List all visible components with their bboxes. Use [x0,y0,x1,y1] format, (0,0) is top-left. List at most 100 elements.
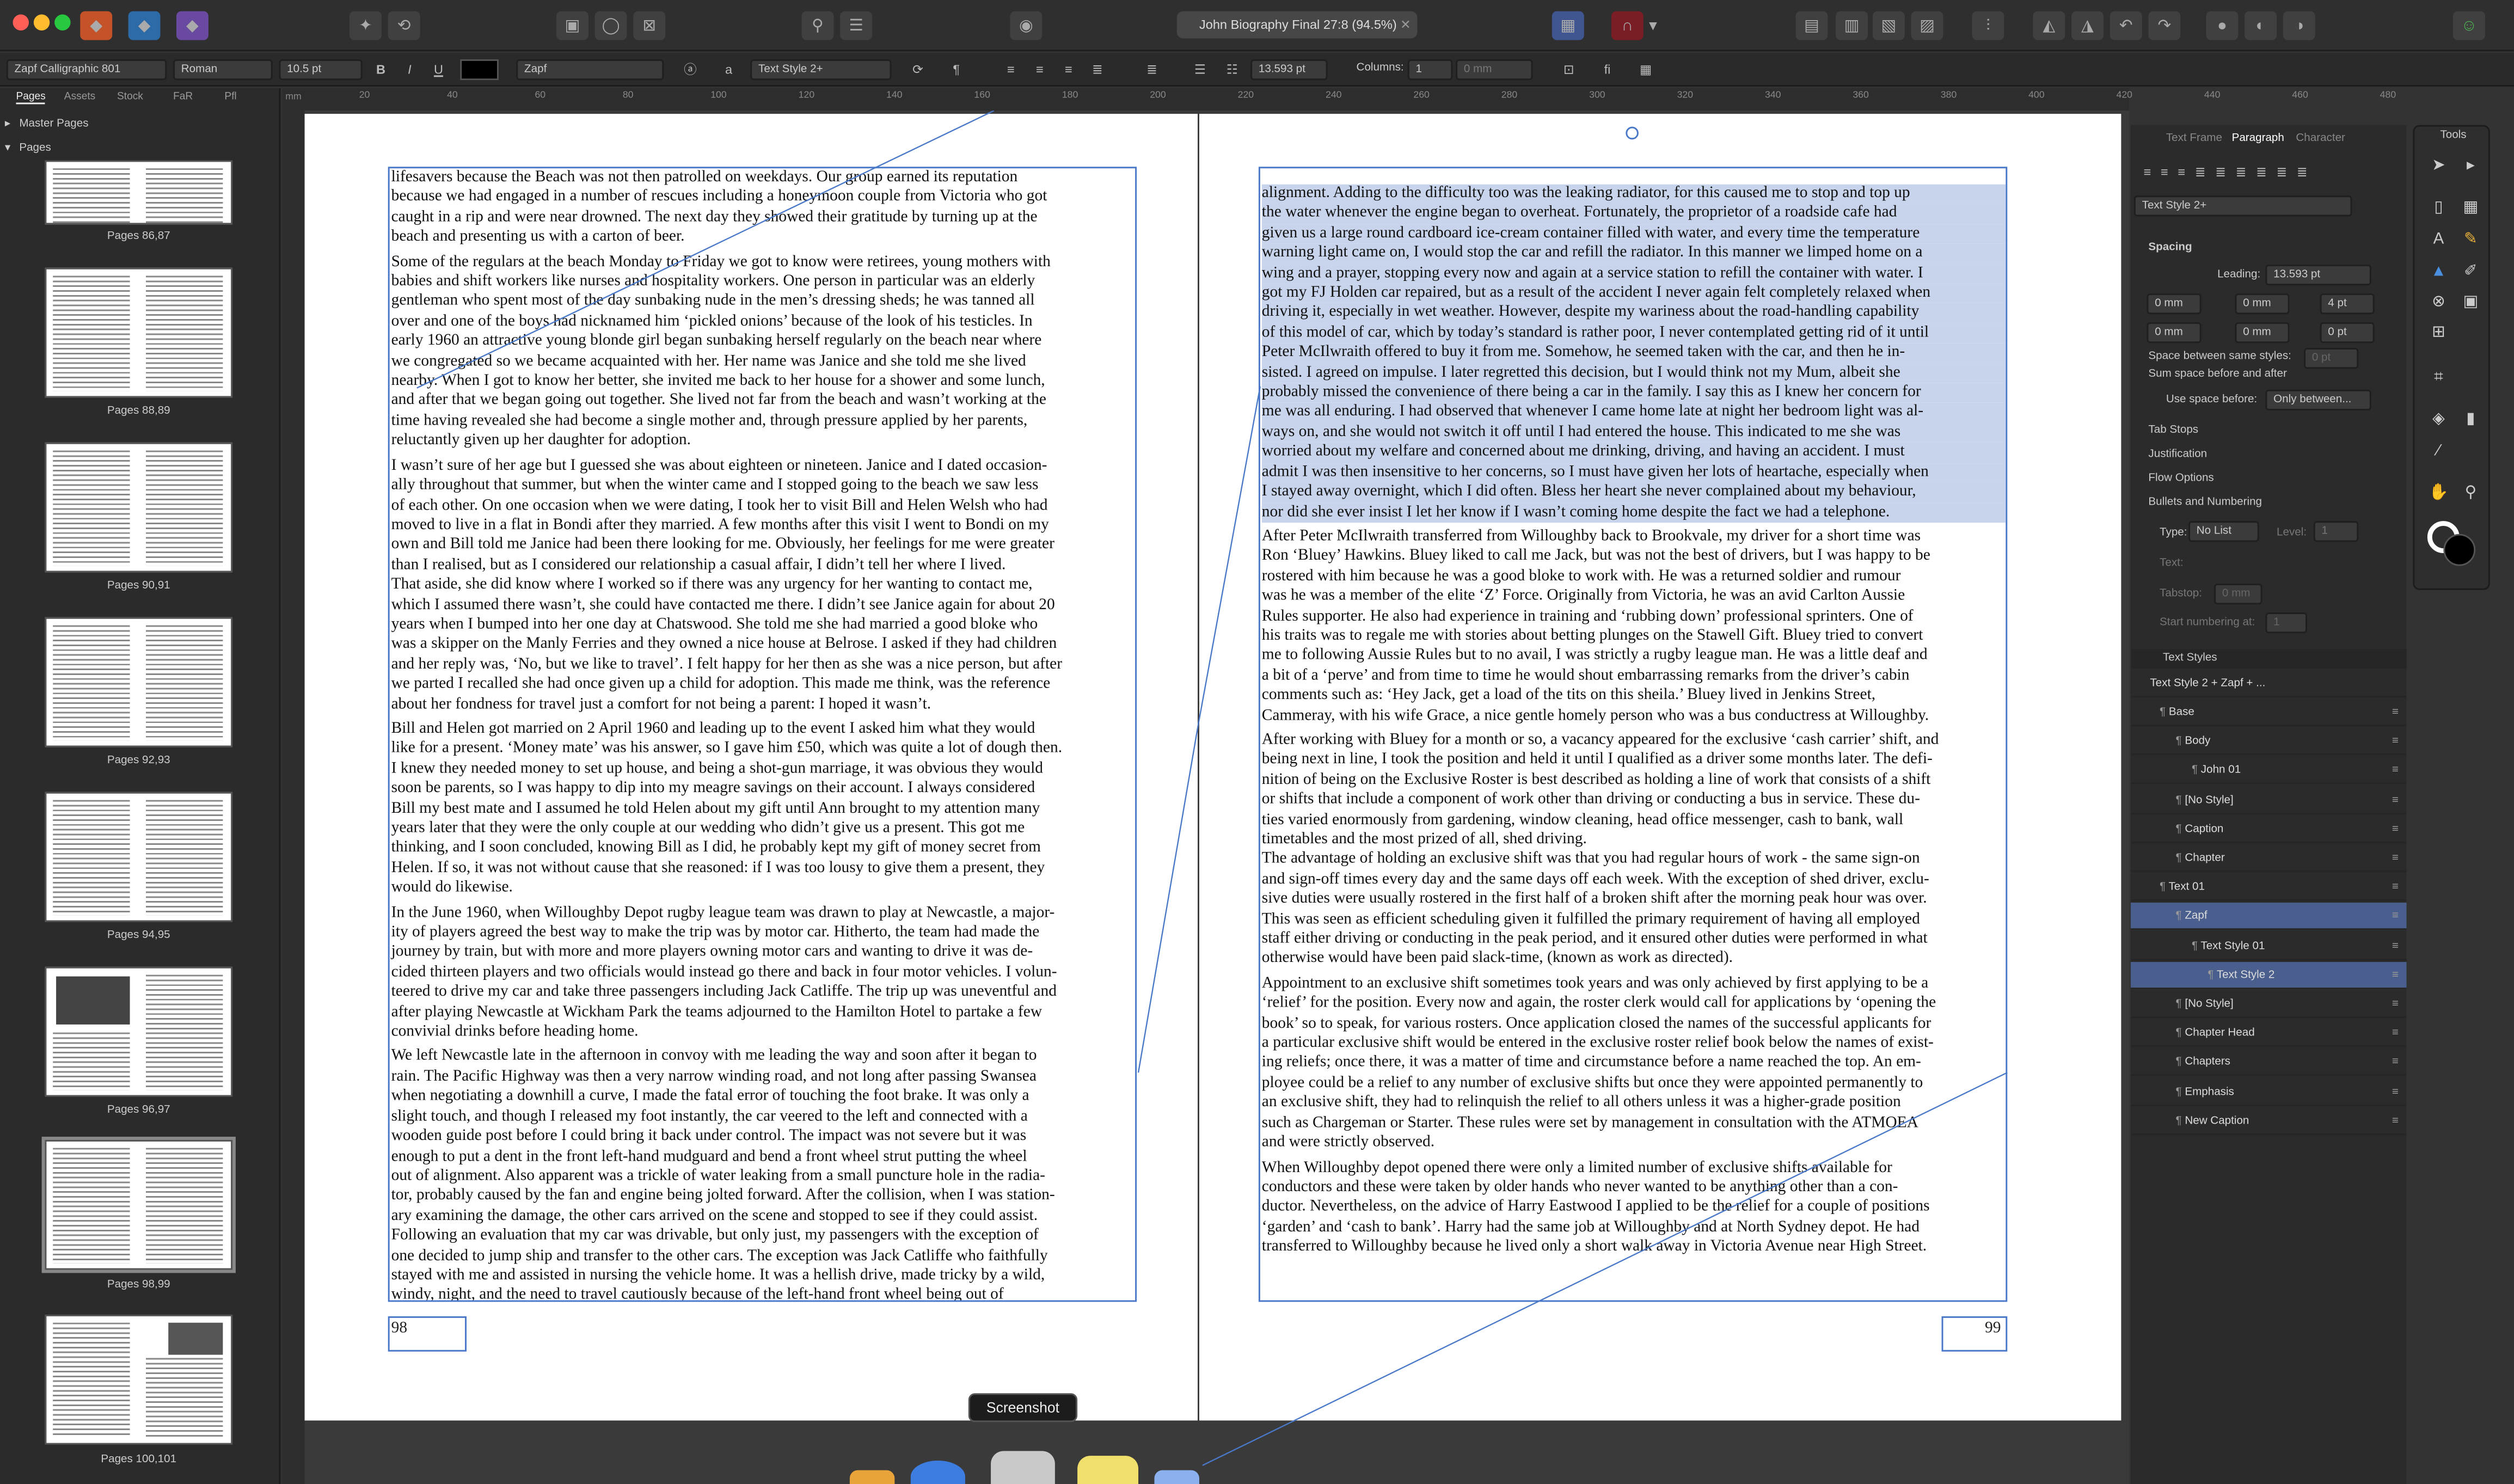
start-numbering-field[interactable]: 1 [2265,612,2307,634]
pointer-tool-icon[interactable]: ➤ [2427,156,2450,178]
menu-icon[interactable]: ≡ [2392,787,2399,814]
style-row[interactable]: ¶ Base ≡ [2131,699,2407,727]
minimize-window-button[interactable] [33,14,50,30]
flip-vertical-icon[interactable]: ◮ [2071,11,2104,40]
justify-icon[interactable]: ≣ [1087,59,1108,80]
arrange-front-icon[interactable]: ▨ [1911,11,1943,40]
horizontal-ruler[interactable]: mm 20 40 60 80 100 120 140 160 180 200 220 240 260 28… [282,88,2396,111]
menu-icon[interactable]: ≡ [2392,845,2399,872]
tab-stops-section[interactable]: Tab Stops [2148,425,2198,436]
table-format-icon[interactable]: ▦ [1635,59,1656,80]
frame-icon[interactable]: ▣ [556,11,588,40]
menu-icon[interactable]: ≡ [2392,728,2399,756]
tab-stock[interactable]: Stock [117,91,143,103]
style-row[interactable]: ¶ Emphasis ≡ [2131,1078,2407,1106]
sum-space-label[interactable]: Sum space before and after [2148,369,2286,380]
style-row[interactable]: ¶ Text 01 ≡ [2131,874,2407,902]
align-icon[interactable]: ⫶ [1972,11,2004,40]
space-same-field[interactable]: 0 pt [2304,348,2359,369]
fill-tool-icon[interactable]: ◈ [2427,409,2450,431]
leading-field[interactable]: 13.593 pt [2265,264,2371,286]
menu-icon[interactable]: ≡ [2392,903,2399,930]
bullets-section[interactable]: Bullets and Numbering [2148,497,2262,508]
first-line-field[interactable]: 0 mm [2147,322,2202,344]
style-row[interactable]: ¶ [No Style] ≡ [2131,787,2407,814]
ligature-icon[interactable]: ⓐ [680,59,701,80]
page-thumbnail[interactable] [45,1314,233,1445]
style-row[interactable]: ¶ Chapter Head ≡ [2131,1020,2407,1047]
page-thumbnail[interactable] [45,442,233,573]
pen-tool-icon[interactable]: ▲ [2427,261,2450,284]
style-icon[interactable]: ⟳ [908,59,928,80]
menu-icon[interactable]: ≡ [2392,1020,2399,1047]
snapping-icon[interactable]: ▦ [1552,11,1584,40]
align-right-icon[interactable]: ≡ [1058,59,1079,80]
style-row[interactable]: ¶ New Caption ≡ [2131,1107,2407,1135]
photo-persona-icon[interactable]: ◆ [176,11,209,40]
tab-text-frame[interactable]: Text Frame [2166,133,2222,144]
tab-pages[interactable]: Pages [16,91,46,105]
page-thumbnail[interactable] [45,160,233,225]
page-thumbnail[interactable] [45,966,233,1097]
node-tool-icon[interactable]: ▸ [2460,156,2482,178]
menu-icon[interactable]: ≡ [2392,1078,2399,1106]
menu-icon[interactable]: ≡ [2392,933,2399,960]
style-row[interactable]: ¶ John 01 ≡ [2131,757,2407,785]
style-row[interactable]: ¶ [No Style] ≡ [2131,991,2407,1019]
transparency-tool-icon[interactable]: ▮ [2460,409,2482,431]
no-frame-icon[interactable]: ⊠ [633,11,666,40]
font-family-select[interactable]: Zapf Calligraphic 801 [6,59,167,81]
arrange-forward-icon[interactable]: ▧ [1872,11,1905,40]
designer-persona-icon[interactable]: ◆ [128,11,161,40]
menu-icon[interactable]: ≡ [2392,991,2399,1018]
space-before-field[interactable]: 4 pt [2320,293,2375,315]
font-size-field[interactable]: 10.5 pt [279,59,363,81]
page-thumbnail-selected[interactable] [41,1137,236,1273]
frame-text-tool-icon[interactable]: ▯ [2427,197,2450,219]
chevron-down-icon[interactable]: ▾ [1645,11,1661,40]
preflight-icon[interactable]: ✦ [349,11,382,40]
justification-section[interactable]: Justification [2148,449,2207,461]
arrange-back-icon[interactable]: ▤ [1795,11,1828,40]
flip-horizontal-icon[interactable]: ◭ [2033,11,2065,40]
font-style-select[interactable]: Roman [173,59,273,81]
tab-far[interactable]: FaR [173,91,193,103]
paragraph-font-select[interactable]: Zapf [516,59,664,81]
style-row[interactable]: ¶ Chapter ≡ [2131,845,2407,873]
page-thumbnail[interactable] [45,792,233,922]
table-icon[interactable]: ☰ [840,11,873,40]
screenshot-app-icon[interactable] [991,1451,1055,1484]
fi-icon[interactable]: fi [1597,59,1617,80]
columns-field[interactable]: 1 [1407,59,1453,81]
zoom-tool-icon[interactable]: ⚲ [2460,482,2482,505]
gutter-field[interactable]: 0 mm [1456,59,1533,81]
zoom-window-button[interactable] [54,14,71,30]
notes-app-icon[interactable] [1077,1456,1139,1484]
pencil-tool-icon[interactable]: ✎ [2460,229,2482,252]
page-thumbnail[interactable] [45,267,233,398]
place-tool-icon[interactable]: ⊞ [2427,322,2450,345]
artistic-text-tool-icon[interactable]: A [2427,229,2450,252]
circle-frame-icon[interactable]: ◯ [594,11,627,40]
style-row[interactable]: ¶ Body ≡ [2131,728,2407,756]
page-thumbnail[interactable] [45,617,233,747]
menu-icon[interactable]: ≡ [2392,874,2399,902]
close-doc-icon[interactable]: ✕ [1400,17,1411,32]
boolean-intersect-icon[interactable]: ◑ [2283,11,2315,40]
vertical-align-icon[interactable]: ≣ [1142,59,1162,80]
align-center-icon[interactable]: ≡ [1029,59,1050,80]
magnet-icon[interactable]: ∩ [1611,11,1644,40]
menu-icon[interactable]: ≡ [2392,699,2399,726]
menu-icon[interactable]: ≡ [2392,815,2399,843]
paragraph-style-select[interactable]: Text Style 2+ [2133,195,2352,217]
boolean-add-icon[interactable]: ● [2206,11,2239,40]
current-style-row[interactable]: Text Style 2 + Zapf + ... [2131,670,2407,698]
tabstop-field[interactable]: 0 mm [2214,584,2262,605]
arrange-backward-icon[interactable]: ▥ [1836,11,1868,40]
link-icon[interactable]: ⟲ [388,11,420,40]
tab-preflight[interactable]: Pfl [224,91,236,103]
left-indent-field[interactable]: 0 mm [2147,293,2202,315]
list-type-select[interactable]: No List [2188,521,2259,542]
menu-icon[interactable]: ≡ [2392,961,2399,989]
brush-tool-icon[interactable]: ✐ [2460,261,2482,284]
